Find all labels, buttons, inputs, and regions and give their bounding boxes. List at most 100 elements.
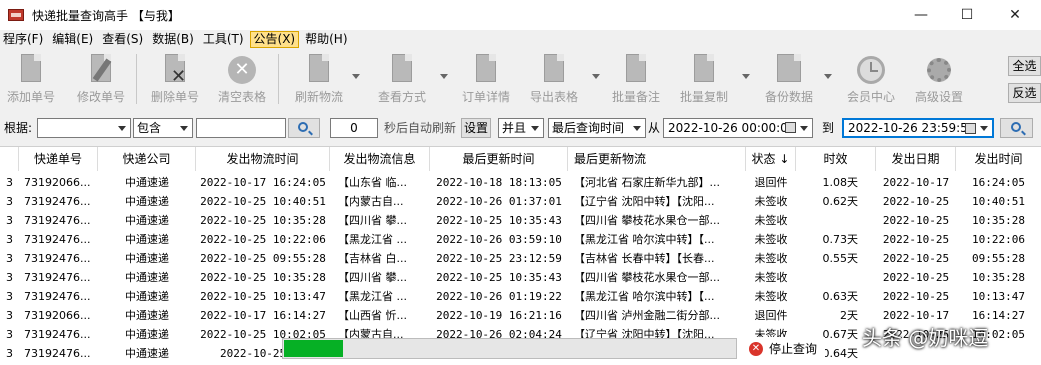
header-courier[interactable]: 快递公司: [98, 147, 196, 171]
table-cell-send-info: 【黑龙江省 ...: [338, 233, 407, 246]
order-detail-button[interactable]: 订单详情: [458, 50, 514, 108]
table-header: 快递单号 快递公司 发出物流时间 发出物流信息 最后更新时间 最后更新物流 状态…: [0, 147, 1041, 171]
time-search-button[interactable]: [1000, 118, 1033, 138]
table-cell-send-time: 2022-10-25 09:55:28: [200, 252, 326, 265]
logic-select[interactable]: 并且: [498, 118, 544, 138]
export-document-icon: [540, 54, 568, 86]
table-cell-upd-info: 【四川省 攀枝花水果仓一部...: [574, 214, 720, 227]
header-tracking-number[interactable]: 快递单号: [19, 147, 98, 171]
copy-dropdown-caret[interactable]: [742, 74, 750, 79]
clock-icon: [857, 54, 885, 86]
table-row[interactable]: 3 73192476... 中通速递 2022-10-25 10:13:47 【黑龙江省…: [0, 287, 1041, 306]
add-number-button[interactable]: 添加单号: [4, 50, 58, 108]
stop-icon: ✕: [749, 341, 763, 356]
table-cell-idx: 3: [6, 176, 13, 189]
set-button[interactable]: 设置: [461, 118, 491, 138]
table-cell-no: 73192476...: [24, 328, 91, 341]
table-cell-status: 未签收: [754, 252, 788, 265]
table-cell-no: 73192066...: [24, 176, 91, 189]
advanced-settings-button[interactable]: 高级设置: [910, 50, 968, 108]
from-datetime-picker[interactable]: 2022-10-26 00:00:00: [663, 118, 813, 138]
menu-data[interactable]: 数据(B): [149, 31, 197, 48]
toolbar: 添加单号 修改单号 ✕ 删除单号 ✕ 清空表格 刷新物流 查看方式 订单详情 导…: [0, 50, 1041, 110]
chevron-down-icon: [180, 126, 188, 131]
header-age[interactable]: 时效: [796, 147, 876, 171]
menu-tools[interactable]: 工具(T): [200, 31, 247, 48]
select-all-button[interactable]: 全选: [1008, 56, 1041, 76]
table-cell-time: 10:22:06: [972, 233, 1025, 246]
table-cell-status: 未签收: [754, 271, 788, 284]
calendar-icon: [785, 122, 796, 133]
to-datetime-picker[interactable]: 2022-10-26 23:59:59: [842, 118, 994, 138]
table-cell-send-time: 2022-10-25 10:13:47: [200, 290, 326, 303]
table-cell-upd-info: 【四川省 攀枝花水果仓一部...: [574, 271, 720, 284]
table-row[interactable]: 3 73192476... 中通速递 2022-10-25 10:35:28 【四川省 …: [0, 211, 1041, 230]
refresh-interval-input[interactable]: 0: [330, 118, 378, 138]
menu-edit[interactable]: 编辑(E): [49, 31, 96, 48]
to-label: 到: [822, 121, 835, 135]
minimize-button[interactable]: —: [898, 0, 944, 30]
member-center-button[interactable]: 会员中心: [842, 50, 900, 108]
time-field-select[interactable]: 最后查询时间: [548, 118, 646, 138]
header-send-date[interactable]: 发出日期: [876, 147, 956, 171]
maximize-button[interactable]: ☐: [944, 0, 990, 30]
refresh-dropdown-caret[interactable]: [352, 74, 360, 79]
table-cell-date: 2022-10-25: [882, 233, 950, 246]
progress-fill: [284, 340, 343, 357]
keyword-input[interactable]: [196, 118, 286, 138]
export-dropdown-caret[interactable]: [592, 74, 600, 79]
header-update-time[interactable]: 最后更新时间: [430, 147, 568, 171]
table-cell-upd-info: 【黑龙江省 哈尔滨中转】【...: [574, 233, 715, 246]
table-row[interactable]: 3 73192476... 中通速递 2022-10-25 10:35:28 【四川省 …: [0, 268, 1041, 287]
menu-program[interactable]: 程序(F): [0, 31, 46, 48]
view-mode-button[interactable]: 查看方式: [372, 50, 432, 108]
header-send-info[interactable]: 发出物流信息: [330, 147, 430, 171]
header-index[interactable]: [0, 147, 19, 171]
batch-note-button[interactable]: 批量备注: [608, 50, 664, 108]
from-datetime-value: 2022-10-26 00:00:00: [668, 121, 796, 135]
stop-query-label: 停止查询: [769, 342, 818, 356]
table-row[interactable]: 3 73192476... 中通速递 2022-10-25 09:55:28 【吉林省 …: [0, 249, 1041, 268]
refresh-logistics-button[interactable]: 刷新物流: [290, 50, 348, 108]
close-button[interactable]: ✕: [992, 0, 1038, 30]
table-cell-send-info: 【四川省 攀...: [338, 214, 407, 227]
backup-data-button[interactable]: 备份数据: [760, 50, 818, 108]
window-title: 快递批量查询高手 【与我】: [32, 8, 180, 23]
view-dropdown-caret[interactable]: [440, 74, 448, 79]
table-cell-upd-time: 2022-10-19 16:21:16: [436, 309, 562, 322]
clear-table-button[interactable]: ✕ 清空表格: [214, 50, 270, 108]
stop-query-button[interactable]: ✕ 停止查询: [745, 337, 825, 360]
menu-notice[interactable]: 公告(X): [249, 30, 300, 48]
header-status[interactable]: 状态 ↓: [746, 147, 796, 171]
delete-number-button[interactable]: ✕ 删除单号: [148, 50, 202, 108]
table-cell-send-time: 2022-10-17 16:14:27: [200, 309, 326, 322]
table-row[interactable]: 3 73192476... 中通速递 2022-10-25 10:22:06 【黑龙江省…: [0, 230, 1041, 249]
backup-dropdown-caret[interactable]: [824, 74, 832, 79]
table-row[interactable]: 3 73192476... 中通速递 2022-10-25 10:40:51 【内蒙古自…: [0, 192, 1041, 211]
table-cell-no: 73192476...: [24, 271, 91, 284]
filter-search-button[interactable]: [288, 118, 320, 138]
filter-field-select[interactable]: [37, 118, 131, 138]
menu-help[interactable]: 帮助(H): [302, 31, 350, 48]
match-mode-select[interactable]: 包含: [133, 118, 193, 138]
table-cell-upd-time: 2022-10-25 10:35:43: [436, 214, 562, 227]
menu-view[interactable]: 查看(S): [99, 31, 146, 48]
batch-copy-button[interactable]: 批量复制: [676, 50, 732, 108]
table-cell-idx: 3: [6, 328, 13, 341]
table-cell-send-time: 2022-10-25 10:35:28: [200, 214, 326, 227]
backup-data-label: 备份数据: [764, 90, 813, 104]
table-cell-age: 0.55天: [822, 252, 859, 265]
header-update-info[interactable]: 最后更新物流: [568, 147, 746, 171]
table-cell-age: [796, 268, 858, 287]
header-send-time[interactable]: 发出物流时间: [196, 147, 330, 171]
filter-bar: 根据: 包含 0 秒后自动刷新 设置 并且 最后查询时间 从 2022-10-2…: [0, 115, 1041, 141]
chevron-down-icon: [118, 126, 126, 131]
edit-number-button[interactable]: 修改单号: [74, 50, 128, 108]
search-icon: [1010, 122, 1021, 132]
header-status-label: 状态: [751, 152, 776, 166]
export-table-button[interactable]: 导出表格: [526, 50, 582, 108]
header-send-clock[interactable]: 发出时间: [956, 147, 1041, 171]
table-row[interactable]: 3 73192066... 中通速递 2022-10-17 16:24:05 【山东省 …: [0, 173, 1041, 192]
invert-selection-button[interactable]: 反选: [1008, 83, 1041, 103]
table-cell-send-info: 【山东省 临...: [338, 176, 407, 189]
